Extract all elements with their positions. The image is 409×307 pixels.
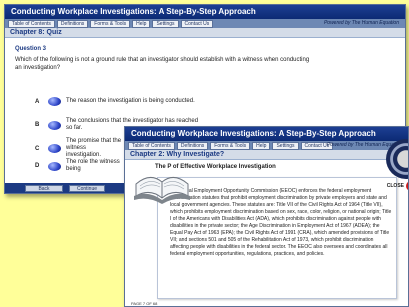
radio-bullet-icon[interactable] xyxy=(48,97,61,106)
answer-option-d[interactable]: D The role the witness being xyxy=(35,159,126,173)
menubar: Table of Contents Definitions Forms & To… xyxy=(5,19,405,28)
menu-help[interactable]: Help xyxy=(132,19,151,28)
window-title: Conducting Workplace Investigations: A S… xyxy=(5,5,405,19)
chapter-title: Chapter 8: Quiz xyxy=(5,28,405,38)
menubar: Table of Contents Definitions Forms & To… xyxy=(125,141,408,150)
answer-text: The promise that the witness investigatio… xyxy=(66,138,122,158)
back-button[interactable]: Back xyxy=(25,185,63,192)
answer-text: The reason the investigation is being co… xyxy=(66,98,195,104)
popup-text: The Equal Employment Opportunity Commiss… xyxy=(170,188,392,257)
answer-letter: B xyxy=(35,122,40,128)
radio-bullet-icon[interactable] xyxy=(48,161,61,171)
answer-letter: A xyxy=(35,98,40,105)
menu-contact-us[interactable]: Contact Us xyxy=(180,19,214,28)
menu-table-of-contents[interactable]: Table of Contents xyxy=(128,141,175,150)
answer-letter: C xyxy=(35,145,40,152)
menu-forms-tools[interactable]: Forms & Tools xyxy=(90,19,131,28)
radio-bullet-icon[interactable] xyxy=(48,120,61,130)
answer-letter: D xyxy=(35,163,40,169)
answer-option-a[interactable]: A The reason the investigation is being … xyxy=(35,97,206,106)
powered-by-text: Powered by The Human Equation xyxy=(323,20,399,26)
question-text: Which of the following is not a ground r… xyxy=(15,57,310,71)
chapter-window: Conducting Workplace Investigations: A S… xyxy=(124,126,409,307)
chapter-title: Chapter 2: Why Investigate? xyxy=(125,150,408,160)
menu-settings[interactable]: Settings xyxy=(272,141,299,150)
menu-definitions[interactable]: Definitions xyxy=(176,141,209,150)
answer-option-c[interactable]: C The promise that the witness investigat… xyxy=(35,138,126,159)
question-title: Question 3 xyxy=(15,46,47,52)
radio-bullet-icon[interactable] xyxy=(48,144,61,153)
menu-definitions[interactable]: Definitions xyxy=(56,19,89,28)
window-title: Conducting Workplace Investigations: A S… xyxy=(125,127,408,141)
continue-button[interactable]: Continue xyxy=(69,185,105,192)
menu-help[interactable]: Help xyxy=(252,141,271,150)
menu-settings[interactable]: Settings xyxy=(152,19,179,28)
menu-table-of-contents[interactable]: Table of Contents xyxy=(8,19,55,28)
menu-forms-tools[interactable]: Forms & Tools xyxy=(210,141,251,150)
definition-popup: CLOSE × The Equal Employment Opportunity… xyxy=(157,177,408,299)
answer-text: The role the witness being xyxy=(66,159,120,172)
open-book-icon xyxy=(134,177,190,204)
page-number: PAGE 7 OF 68 xyxy=(131,301,158,306)
